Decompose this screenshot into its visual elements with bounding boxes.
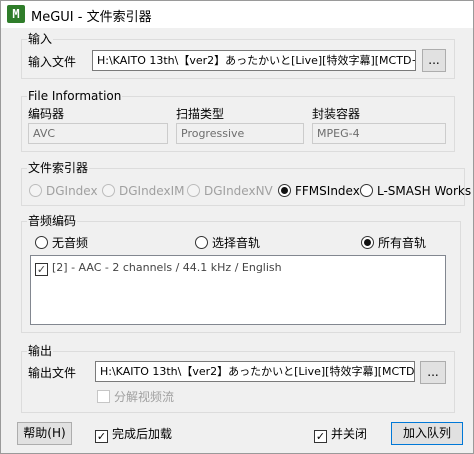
input-browse-button[interactable]: ... bbox=[422, 49, 446, 72]
load-after-label: 完成后加载 bbox=[112, 427, 173, 441]
indexer-radio-dgindexim[interactable]: DGIndexIM bbox=[102, 183, 184, 199]
indexer-group-label: 文件索引器 bbox=[27, 161, 90, 175]
scan-type-label: 扫描类型 bbox=[176, 107, 225, 121]
load-after-checkbox[interactable]: ✓ 完成后加载 bbox=[95, 426, 173, 443]
audio-track-row[interactable]: ✓ [2] - AAC - 2 channels / 44.1 kHz / Eng… bbox=[35, 260, 282, 276]
output-group-label: 输出 bbox=[27, 344, 54, 358]
close-after-checkbox[interactable]: ✓ 并关闭 bbox=[314, 426, 368, 443]
checkmark-icon: ✓ bbox=[95, 430, 108, 443]
indexer-radio-dgindexnv[interactable]: DGIndexNV bbox=[187, 183, 273, 199]
checkbox-box bbox=[97, 390, 110, 403]
codec-field: AVC bbox=[28, 123, 168, 144]
container-field: MPEG-4 bbox=[312, 123, 446, 144]
checkmark-icon[interactable]: ✓ bbox=[35, 263, 48, 276]
output-file-field[interactable]: H:\KAITO 13th\【ver2】あったかいと[Live][特效字幕][M… bbox=[95, 361, 415, 382]
indexer-radio-ffmsindex[interactable]: FFMSIndex bbox=[278, 183, 360, 199]
file-info-group-label: File Information bbox=[27, 89, 123, 103]
indexer-radio-label: DGIndexIM bbox=[119, 184, 185, 198]
output-browse-button[interactable]: ... bbox=[420, 361, 446, 384]
audio-radio-all[interactable]: 所有音轨 bbox=[361, 235, 426, 251]
demux-video-label: 分解视频流 bbox=[114, 390, 175, 404]
container-label: 封装容器 bbox=[312, 107, 361, 121]
radio-dot bbox=[29, 184, 42, 197]
add-to-queue-button[interactable]: 加入队列 bbox=[391, 422, 463, 445]
input-group-label: 输入 bbox=[27, 32, 54, 46]
radio-dot bbox=[360, 184, 373, 197]
radio-dot bbox=[102, 184, 115, 197]
input-file-field[interactable]: H:\KAITO 13th\【ver2】あったかいと[Live][特效字幕][M… bbox=[92, 50, 416, 71]
indexer-radio-label: FFMSIndex bbox=[295, 184, 360, 198]
audio-radio-label: 所有音轨 bbox=[378, 236, 427, 250]
audio-radio-none[interactable]: 无音频 bbox=[35, 235, 88, 251]
checkmark-icon: ✓ bbox=[314, 430, 327, 443]
radio-dot bbox=[35, 236, 48, 249]
output-file-label: 输出文件 bbox=[28, 366, 77, 380]
close-after-label: 并关闭 bbox=[331, 427, 368, 441]
audio-track-list[interactable]: ✓ [2] - AAC - 2 channels / 44.1 kHz / Eng… bbox=[30, 255, 446, 325]
help-button[interactable]: 帮助(H) bbox=[17, 422, 72, 445]
radio-dot bbox=[361, 236, 374, 249]
input-file-label: 输入文件 bbox=[28, 55, 77, 69]
radio-dot bbox=[278, 184, 291, 197]
codec-label: 编码器 bbox=[28, 107, 65, 121]
demux-video-checkbox[interactable]: 分解视频流 bbox=[97, 389, 174, 405]
indexer-radio-label: L-SMASH Works bbox=[377, 184, 472, 198]
scan-type-field: Progressive bbox=[176, 123, 304, 144]
indexer-radio-lsmash[interactable]: L-SMASH Works bbox=[360, 183, 471, 199]
window-title: MeGUI - 文件索引器 bbox=[31, 10, 152, 25]
megui-app-icon: M bbox=[7, 5, 25, 23]
radio-dot bbox=[195, 236, 208, 249]
indexer-radio-label: DGIndex bbox=[46, 184, 98, 198]
indexer-window: M MeGUI - 文件索引器 输入 输入文件 H:\KAITO 13th\【v… bbox=[0, 0, 474, 454]
audio-group-label: 音频编码 bbox=[27, 214, 78, 228]
title-bar[interactable]: M MeGUI - 文件索引器 bbox=[1, 1, 473, 28]
audio-radio-label: 无音频 bbox=[52, 236, 89, 250]
audio-radio-select[interactable]: 选择音轨 bbox=[195, 235, 260, 251]
audio-radio-label: 选择音轨 bbox=[212, 236, 261, 250]
indexer-radio-dgindex[interactable]: DGIndex bbox=[29, 183, 98, 199]
radio-dot bbox=[187, 184, 200, 197]
audio-track-label: [2] - AAC - 2 channels / 44.1 kHz / Engl… bbox=[52, 261, 282, 274]
indexer-radio-label: DGIndexNV bbox=[204, 184, 273, 198]
